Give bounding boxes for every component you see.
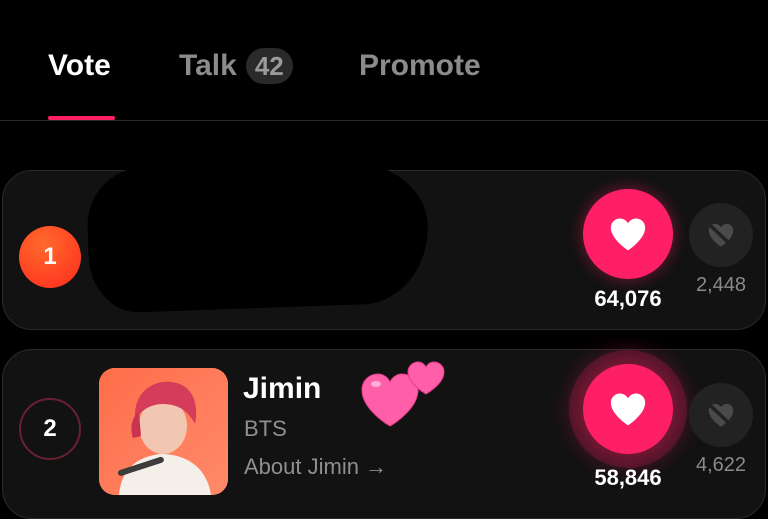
unvote-button[interactable] [689, 383, 753, 447]
about-artist-link[interactable]: About Jimin → [244, 454, 387, 480]
broken-heart-icon [708, 403, 734, 427]
redacted-artist-info [85, 157, 431, 314]
heart-icon [610, 218, 646, 251]
vote-count: 58,846 [594, 465, 662, 490]
tabs-divider [0, 120, 768, 121]
tab-talk[interactable]: Talk 42 [179, 46, 293, 86]
ranking-card: 1 64,076 2,448 [2, 157, 766, 330]
heart-icon [610, 393, 646, 426]
talk-count-badge: 42 [245, 48, 293, 84]
tab-bar: Vote Talk 42 Promote [0, 0, 768, 121]
artist-group: BTS [244, 416, 287, 441]
artist-name: Jimin [243, 372, 322, 405]
unvote-count: 2,448 [695, 274, 747, 296]
vote-heart-button[interactable] [583, 189, 673, 279]
tab-vote[interactable]: Vote [48, 46, 111, 86]
two-hearts-icon [361, 361, 445, 427]
artist-photo [99, 368, 228, 495]
tab-promote[interactable]: Promote [359, 46, 481, 86]
artist-avatar[interactable] [99, 368, 228, 495]
tab-talk-label: Talk [179, 49, 237, 82]
rank-badge: 1 [19, 226, 81, 288]
ranking-card: 2 Jimin BTS About Jimin → 58,846 4,622 [2, 349, 766, 519]
broken-heart-icon [708, 223, 734, 247]
rank-badge: 2 [19, 398, 81, 460]
vote-heart-button[interactable] [583, 364, 673, 454]
unvote-count: 4,622 [695, 454, 747, 476]
unvote-button[interactable] [689, 203, 753, 267]
vote-count: 64,076 [594, 286, 662, 311]
